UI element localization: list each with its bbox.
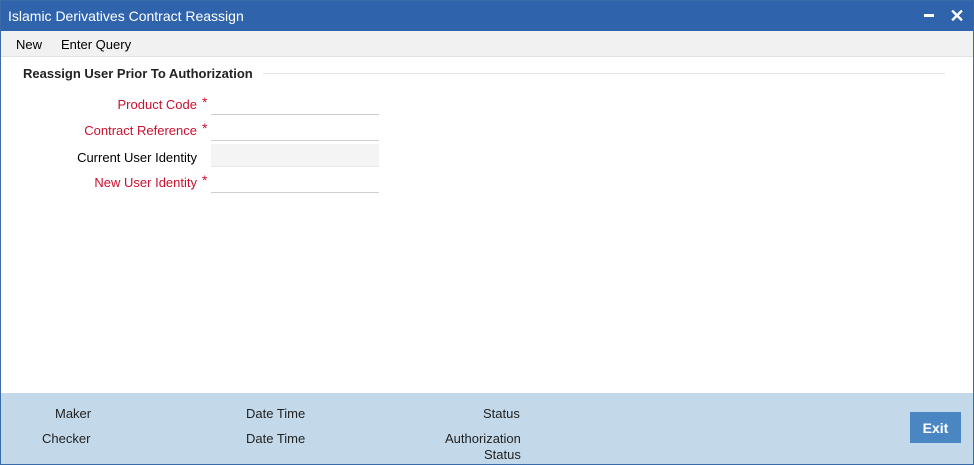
dialog-window: Islamic Derivatives Contract Reassign ✕ … <box>0 0 974 465</box>
required-marker: * <box>202 172 208 188</box>
authorization-status-label-line1: Authorization <box>445 431 521 446</box>
section-title: Reassign User Prior To Authorization <box>23 66 253 81</box>
current-user-identity-field <box>211 144 379 167</box>
menu-new[interactable]: New <box>16 37 42 52</box>
checker-label: Checker <box>42 431 91 446</box>
audit-footer: Maker Checker Date Time Date Time Status… <box>1 393 973 464</box>
authorization-status-label-line2: Status <box>484 447 521 462</box>
menu-bar: New Enter Query <box>1 31 973 57</box>
new-user-identity-field[interactable] <box>211 170 379 193</box>
record-status-label: Status <box>483 406 520 421</box>
checker-date-time-label: Date Time <box>246 431 306 446</box>
contract-reference-label: Contract Reference <box>84 123 197 138</box>
required-marker: * <box>202 94 208 110</box>
product-code-field[interactable] <box>211 92 379 115</box>
exit-button[interactable]: Exit <box>910 412 961 443</box>
minimize-icon[interactable] <box>917 1 941 31</box>
menu-enter-query[interactable]: Enter Query <box>61 37 131 52</box>
new-user-identity-label: New User Identity <box>94 175 197 190</box>
contract-reference-field[interactable] <box>211 118 379 141</box>
maker-label: Maker <box>55 406 92 421</box>
current-user-identity-label: Current User Identity <box>77 150 197 165</box>
product-code-label: Product Code <box>117 97 198 112</box>
section-divider <box>263 73 945 74</box>
required-marker: * <box>202 120 208 136</box>
close-icon[interactable]: ✕ <box>945 1 969 31</box>
title-bar: Islamic Derivatives Contract Reassign ✕ <box>1 1 973 31</box>
window-title: Islamic Derivatives Contract Reassign <box>8 8 244 24</box>
maker-date-time-label: Date Time <box>246 406 306 421</box>
